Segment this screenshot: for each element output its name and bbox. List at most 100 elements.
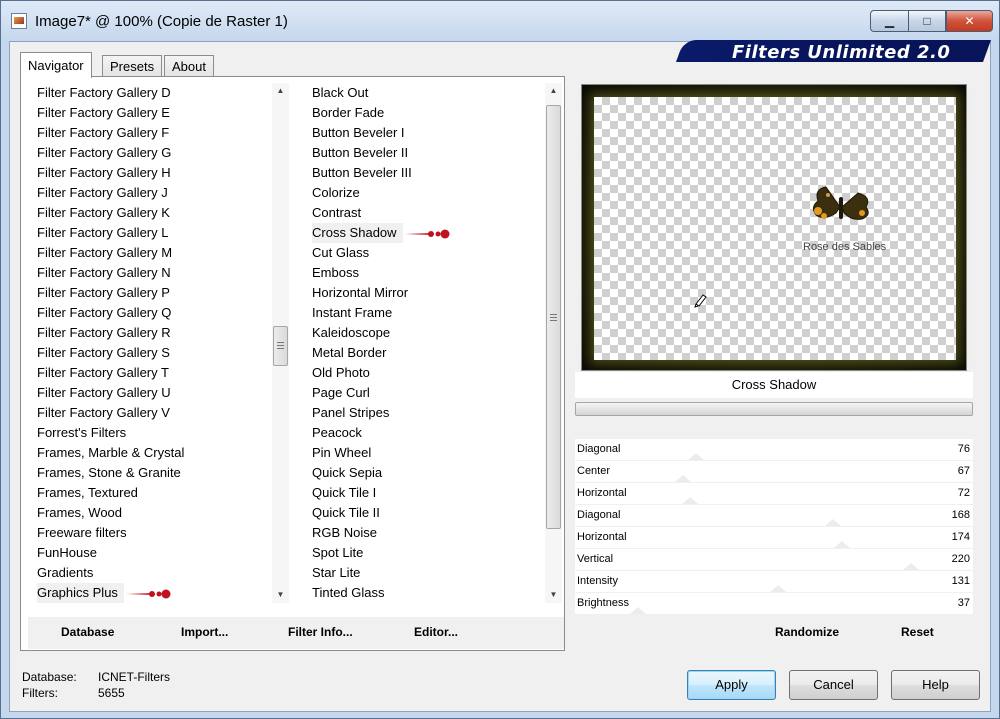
editor-button[interactable]: Editor...	[414, 625, 458, 639]
preview-canvas[interactable]: Rose des Sables	[594, 97, 956, 360]
category-item-label: Frames, Wood	[37, 505, 123, 520]
filter-item[interactable]: Metal Border	[308, 343, 540, 363]
category-item[interactable]: Filter Factory Gallery E	[33, 103, 268, 123]
progress-bar	[575, 402, 973, 416]
category-item[interactable]: Filter Factory Gallery K	[33, 203, 268, 223]
slider-thumb[interactable]	[630, 607, 646, 614]
category-item[interactable]: Filter Factory Gallery D	[33, 83, 268, 103]
slider-row[interactable]: Diagonal 76	[575, 439, 973, 461]
category-item[interactable]: Forrest's Filters	[33, 423, 268, 443]
filter-item[interactable]: Horizontal Mirror	[308, 283, 540, 303]
scroll-thumb[interactable]	[546, 105, 561, 529]
database-button[interactable]: Database	[61, 625, 114, 639]
filter-item[interactable]: Instant Frame	[308, 303, 540, 323]
category-item[interactable]: Frames, Stone & Granite	[33, 463, 268, 483]
randomize-button[interactable]: Randomize	[775, 625, 839, 639]
filter-item[interactable]: Button Beveler II	[308, 143, 540, 163]
category-list[interactable]: Filter Factory Gallery D Filter Factory G…	[33, 83, 268, 603]
scroll-up-arrow-icon[interactable]: ▲	[272, 83, 289, 99]
category-item[interactable]: Filter Factory Gallery V	[33, 403, 268, 423]
category-item[interactable]: Frames, Textured	[33, 483, 268, 503]
slider-row[interactable]: Vertical 220	[575, 549, 973, 571]
minimize-button[interactable]: ▁	[870, 10, 908, 32]
title-bar[interactable]: Image7* @ 100% (Copie de Raster 1) ▁ □ ✕	[1, 1, 999, 41]
filter-item[interactable]: Star Lite	[308, 563, 540, 583]
cancel-button[interactable]: Cancel	[789, 670, 878, 700]
filter-item[interactable]: Cross Shadow	[308, 223, 540, 243]
category-item[interactable]: Filter Factory Gallery U	[33, 383, 268, 403]
scroll-down-arrow-icon[interactable]: ▼	[545, 587, 562, 603]
filter-item[interactable]: Black Out	[308, 83, 540, 103]
slider-row[interactable]: Horizontal 72	[575, 483, 973, 505]
slider-thumb[interactable]	[770, 585, 786, 592]
tab-about[interactable]: About	[164, 55, 214, 77]
import-button[interactable]: Import...	[181, 625, 228, 639]
filter-scrollbar[interactable]: ▲ ▼	[545, 83, 562, 603]
filter-item[interactable]: Spot Lite	[308, 543, 540, 563]
category-item[interactable]: Filter Factory Gallery L	[33, 223, 268, 243]
filter-item[interactable]: Button Beveler I	[308, 123, 540, 143]
filter-list[interactable]: Black Out Border Fade Button Beveler I Butt…	[308, 83, 540, 603]
filter-item[interactable]: RGB Noise	[308, 523, 540, 543]
tab-navigator[interactable]: Navigator	[20, 52, 92, 78]
category-item[interactable]: Filter Factory Gallery H	[33, 163, 268, 183]
help-button[interactable]: Help	[891, 670, 980, 700]
filter-item[interactable]: Cut Glass	[308, 243, 540, 263]
filter-item[interactable]: Tinted Glass	[308, 583, 540, 603]
slider-row[interactable]: Intensity 131	[575, 571, 973, 593]
category-item[interactable]: FunHouse	[33, 543, 268, 563]
close-button[interactable]: ✕	[946, 10, 993, 32]
slider-thumb[interactable]	[682, 497, 698, 504]
category-item[interactable]: Graphics Plus	[33, 583, 268, 603]
filter-item[interactable]: Button Beveler III	[308, 163, 540, 183]
filter-item[interactable]: Old Photo	[308, 363, 540, 383]
filter-item[interactable]: Colorize	[308, 183, 540, 203]
filter-item[interactable]: Pin Wheel	[308, 443, 540, 463]
category-item[interactable]: Filter Factory Gallery N	[33, 263, 268, 283]
filter-info-button[interactable]: Filter Info...	[288, 625, 353, 639]
category-item[interactable]: Filter Factory Gallery S	[33, 343, 268, 363]
category-item[interactable]: Freeware filters	[33, 523, 268, 543]
filter-item[interactable]: Contrast	[308, 203, 540, 223]
category-item[interactable]: Filter Factory Gallery G	[33, 143, 268, 163]
category-scrollbar[interactable]: ▲ ▼	[272, 83, 289, 603]
slider-row[interactable]: Center 67	[575, 461, 973, 483]
filter-item[interactable]: Peacock	[308, 423, 540, 443]
category-item[interactable]: Filter Factory Gallery F	[33, 123, 268, 143]
slider-thumb[interactable]	[834, 541, 850, 548]
filter-item[interactable]: Panel Stripes	[308, 403, 540, 423]
filter-item[interactable]: Emboss	[308, 263, 540, 283]
filter-item-label: Quick Tile I	[312, 485, 377, 500]
filter-item[interactable]: Quick Tile I	[308, 483, 540, 503]
category-item-label: Filter Factory Gallery T	[37, 365, 169, 380]
maximize-button[interactable]: □	[908, 10, 946, 32]
category-item[interactable]: Frames, Wood	[33, 503, 268, 523]
slider-thumb[interactable]	[903, 563, 919, 570]
filter-item[interactable]: Border Fade	[308, 103, 540, 123]
category-item[interactable]: Filter Factory Gallery T	[33, 363, 268, 383]
filter-item[interactable]: Page Curl	[308, 383, 540, 403]
category-item[interactable]: Filter Factory Gallery P	[33, 283, 268, 303]
category-item[interactable]: Filter Factory Gallery Q	[33, 303, 268, 323]
slider-row[interactable]: Brightness 37	[575, 593, 973, 615]
reset-button[interactable]: Reset	[901, 625, 934, 639]
scroll-down-arrow-icon[interactable]: ▼	[272, 587, 289, 603]
scroll-up-arrow-icon[interactable]: ▲	[545, 83, 562, 99]
category-item[interactable]: Filter Factory Gallery J	[33, 183, 268, 203]
filter-item[interactable]: Quick Tile II	[308, 503, 540, 523]
category-item[interactable]: Filter Factory Gallery M	[33, 243, 268, 263]
filter-item[interactable]: Quick Sepia	[308, 463, 540, 483]
slider-thumb[interactable]	[675, 475, 691, 482]
category-item[interactable]: Frames, Marble & Crystal	[33, 443, 268, 463]
tab-presets[interactable]: Presets	[102, 55, 163, 77]
slider-thumb[interactable]	[688, 453, 704, 460]
preview-frame[interactable]: Rose des Sables	[581, 84, 967, 371]
scroll-thumb[interactable]	[273, 326, 288, 366]
category-item[interactable]: Gradients	[33, 563, 268, 583]
filter-item[interactable]: Kaleidoscope	[308, 323, 540, 343]
slider-thumb[interactable]	[825, 519, 841, 526]
apply-button[interactable]: Apply	[687, 670, 776, 700]
slider-row[interactable]: Diagonal 168	[575, 505, 973, 527]
category-item[interactable]: Filter Factory Gallery R	[33, 323, 268, 343]
slider-row[interactable]: Horizontal 174	[575, 527, 973, 549]
